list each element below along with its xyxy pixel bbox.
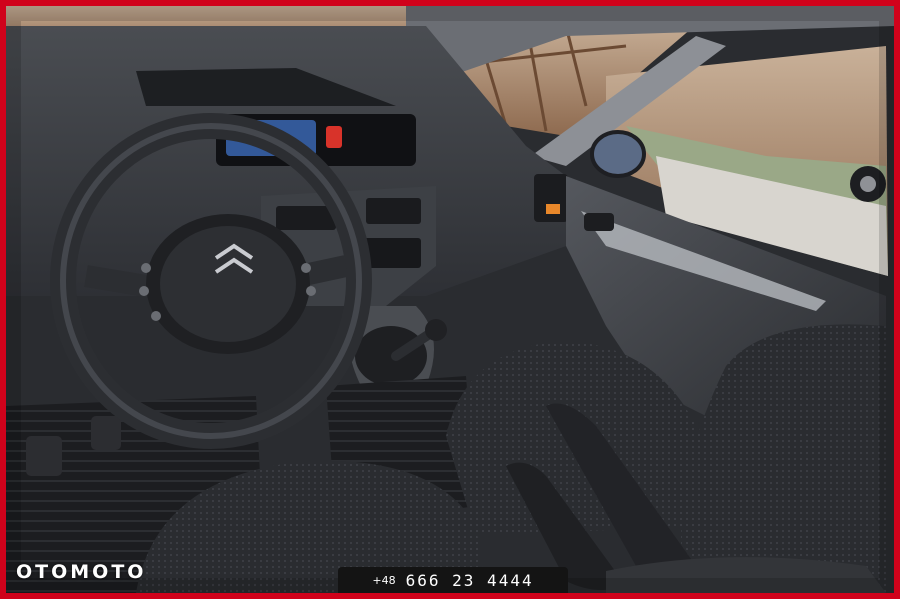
phone-banner[interactable]: +48 666 23 4444	[338, 567, 568, 593]
car-interior-photo	[6, 6, 894, 593]
door-handle	[584, 213, 614, 231]
pedal	[91, 416, 121, 450]
side-vent	[534, 174, 568, 222]
vent-indicator-light	[546, 204, 560, 214]
phone-number[interactable]: 666 23 4444	[406, 571, 534, 590]
otomoto-watermark: OTOMOTO	[16, 561, 147, 583]
pedal	[26, 436, 62, 476]
warning-indicator	[326, 126, 342, 148]
photo-frame: OTOMOTO +48 666 23 4444	[0, 0, 900, 599]
phone-prefix: +48	[372, 573, 396, 587]
side-mirror	[590, 130, 646, 178]
gear-knob	[425, 319, 447, 341]
